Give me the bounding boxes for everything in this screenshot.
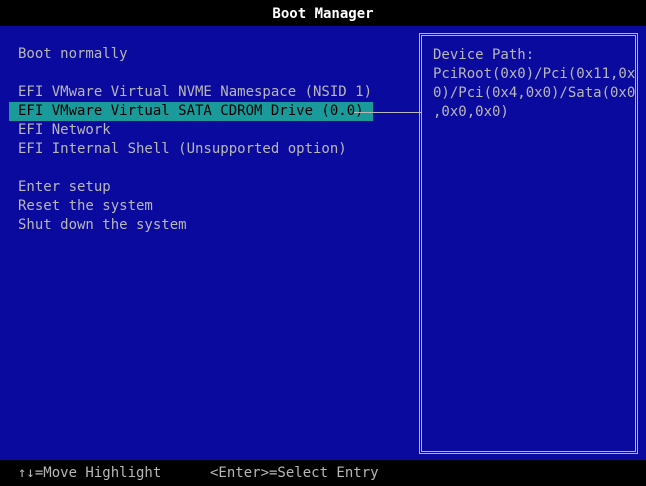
device-path-line: PciRoot(0x0)/Pci(0x11,0x [433,66,636,82]
title-bar: Boot Manager [0,0,646,26]
help-panel-title: Device Path: [433,47,535,63]
menu-item-efi-network[interactable]: EFI Network [9,121,120,140]
main-area: Boot normally EFI VMware Virtual NVME Na… [0,26,646,460]
move-highlight-hint: ↑↓=Move Highlight [18,465,162,481]
menu-item-nvme-namespace[interactable]: EFI VMware Virtual NVME Namespace (NSID … [9,83,381,102]
menu-item-sata-cdrom[interactable]: EFI VMware Virtual SATA CDROM Drive (0.0… [9,102,373,121]
selection-connector-line [354,112,422,113]
page-title: Boot Manager [272,6,374,22]
device-path-line: 0)/Pci(0x4,0x0)/Sata(0x0 [433,85,636,101]
select-entry-hint: <Enter>=Select Entry [210,465,379,481]
boot-manager-screen: Boot Manager Boot normally EFI VMware Vi… [0,0,646,486]
menu-item-enter-setup[interactable]: Enter setup [9,178,120,197]
menu-item-reset-system[interactable]: Reset the system [9,197,162,216]
footer-hints: ↑↓=Move Highlight <Enter>=Select Entry [0,460,646,486]
menu-item-boot-normally[interactable]: Boot normally [9,45,137,64]
menu-item-shut-down[interactable]: Shut down the system [9,216,196,235]
device-path-line: ,0x0,0x0) [433,104,509,120]
help-panel-text: PciRoot(0x0)/Pci(0x11,0x 0)/Pci(0x4,0x0)… [433,65,635,122]
help-panel: Device Path: PciRoot(0x0)/Pci(0x11,0x 0)… [419,33,638,454]
menu-item-internal-shell[interactable]: EFI Internal Shell (Unsupported option) [9,140,356,159]
